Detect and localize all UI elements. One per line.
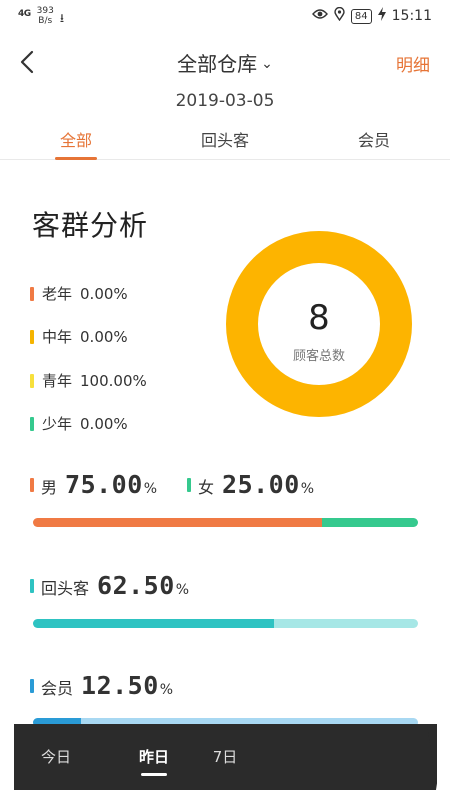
returning-value: 62.50 xyxy=(97,571,175,600)
male-unit: % xyxy=(143,481,158,497)
battery-icon: 84 xyxy=(350,8,372,24)
returning-bar-fill xyxy=(33,619,274,628)
female-bar-fill xyxy=(321,518,418,527)
customer-total-label: 顾客总数 xyxy=(292,349,345,364)
network-speed: 393 B/s xyxy=(37,6,54,26)
male-stat: 男 75.00 % xyxy=(30,470,157,499)
nav-bar: 全部仓库 ⌄ 明细 xyxy=(0,40,450,84)
location-icon xyxy=(334,6,345,25)
eye-icon xyxy=(311,8,328,24)
age-label: 少年 xyxy=(42,415,73,433)
female-unit: % xyxy=(300,481,315,497)
male-value: 75.00 xyxy=(65,470,143,499)
male-label: 男 xyxy=(41,478,58,497)
member-unit: % xyxy=(159,682,174,698)
female-color-marker xyxy=(187,477,191,492)
age-value: 0.00% xyxy=(80,284,128,303)
customer-total: 8 xyxy=(308,298,330,338)
tab-returning[interactable]: 回头客 xyxy=(180,127,270,151)
member-color-marker xyxy=(30,678,34,693)
returning-bar xyxy=(33,619,418,628)
network-speed-unit: B/s xyxy=(38,16,53,26)
network-speed-value: 393 xyxy=(36,6,54,16)
age-color-marker xyxy=(30,373,34,388)
period-today[interactable]: 今日 xyxy=(26,746,86,767)
age-color-marker xyxy=(30,286,34,301)
tab-all[interactable]: 全部 xyxy=(31,127,121,151)
age-value: 0.00% xyxy=(80,327,128,346)
charging-icon xyxy=(377,7,386,25)
period-indicator xyxy=(141,773,167,776)
member-stat: 会员 12.50 % xyxy=(30,671,173,700)
chevron-down-icon: ⌄ xyxy=(261,56,273,72)
usb-icon: ⭳ xyxy=(59,11,65,25)
female-label: 女 xyxy=(198,478,215,497)
returning-color-marker xyxy=(30,578,34,593)
age-row-elderly: 老年 0.00% xyxy=(30,283,128,304)
returning-stat: 回头客 62.50 % xyxy=(30,571,189,600)
warehouse-selector[interactable]: 全部仓库 ⌄ xyxy=(0,48,450,77)
gender-bar xyxy=(33,518,418,527)
age-value: 0.00% xyxy=(80,414,128,433)
age-label: 中年 xyxy=(42,328,73,346)
status-right: 84 15:11 xyxy=(311,6,432,25)
customer-tabs: 全部 回头客 会员 xyxy=(0,120,450,160)
male-bar-fill xyxy=(33,518,322,527)
returning-label: 回头客 xyxy=(41,579,90,598)
age-color-marker xyxy=(30,416,34,431)
age-row-teen: 少年 0.00% xyxy=(30,413,128,434)
age-label: 青年 xyxy=(42,372,73,390)
period-tab-bar: 今日 昨日 7日 xyxy=(14,724,437,790)
age-row-youth: 青年 100.00% xyxy=(30,370,147,391)
returning-unit: % xyxy=(175,582,190,598)
age-value: 100.00% xyxy=(80,371,147,390)
status-left: 4G 393 B/s ⭳ xyxy=(18,4,64,30)
age-row-middle: 中年 0.00% xyxy=(30,326,128,347)
male-color-marker xyxy=(30,477,34,492)
age-color-marker xyxy=(30,329,34,344)
returning-bar-rest xyxy=(273,619,418,628)
female-value: 25.00 xyxy=(222,470,300,499)
warehouse-title: 全部仓库 xyxy=(177,52,258,76)
member-value: 12.50 xyxy=(81,671,159,700)
clock: 15:11 xyxy=(391,8,432,24)
section-title: 客群分析 xyxy=(32,209,149,242)
report-date: 2019-03-05 xyxy=(175,91,275,111)
age-label: 老年 xyxy=(42,285,73,303)
female-stat: 女 25.00 % xyxy=(187,470,314,499)
detail-link[interactable]: 明细 xyxy=(396,51,430,76)
signal-icon: 4G xyxy=(18,9,31,19)
period-yesterday[interactable]: 昨日 xyxy=(124,746,184,767)
status-bar: 4G 393 B/s ⭳ 84 15:11 xyxy=(0,0,450,34)
tab-indicator xyxy=(55,157,97,160)
member-label: 会员 xyxy=(41,679,74,698)
tab-member[interactable]: 会员 xyxy=(329,127,419,151)
period-7days[interactable]: 7日 xyxy=(195,746,255,767)
